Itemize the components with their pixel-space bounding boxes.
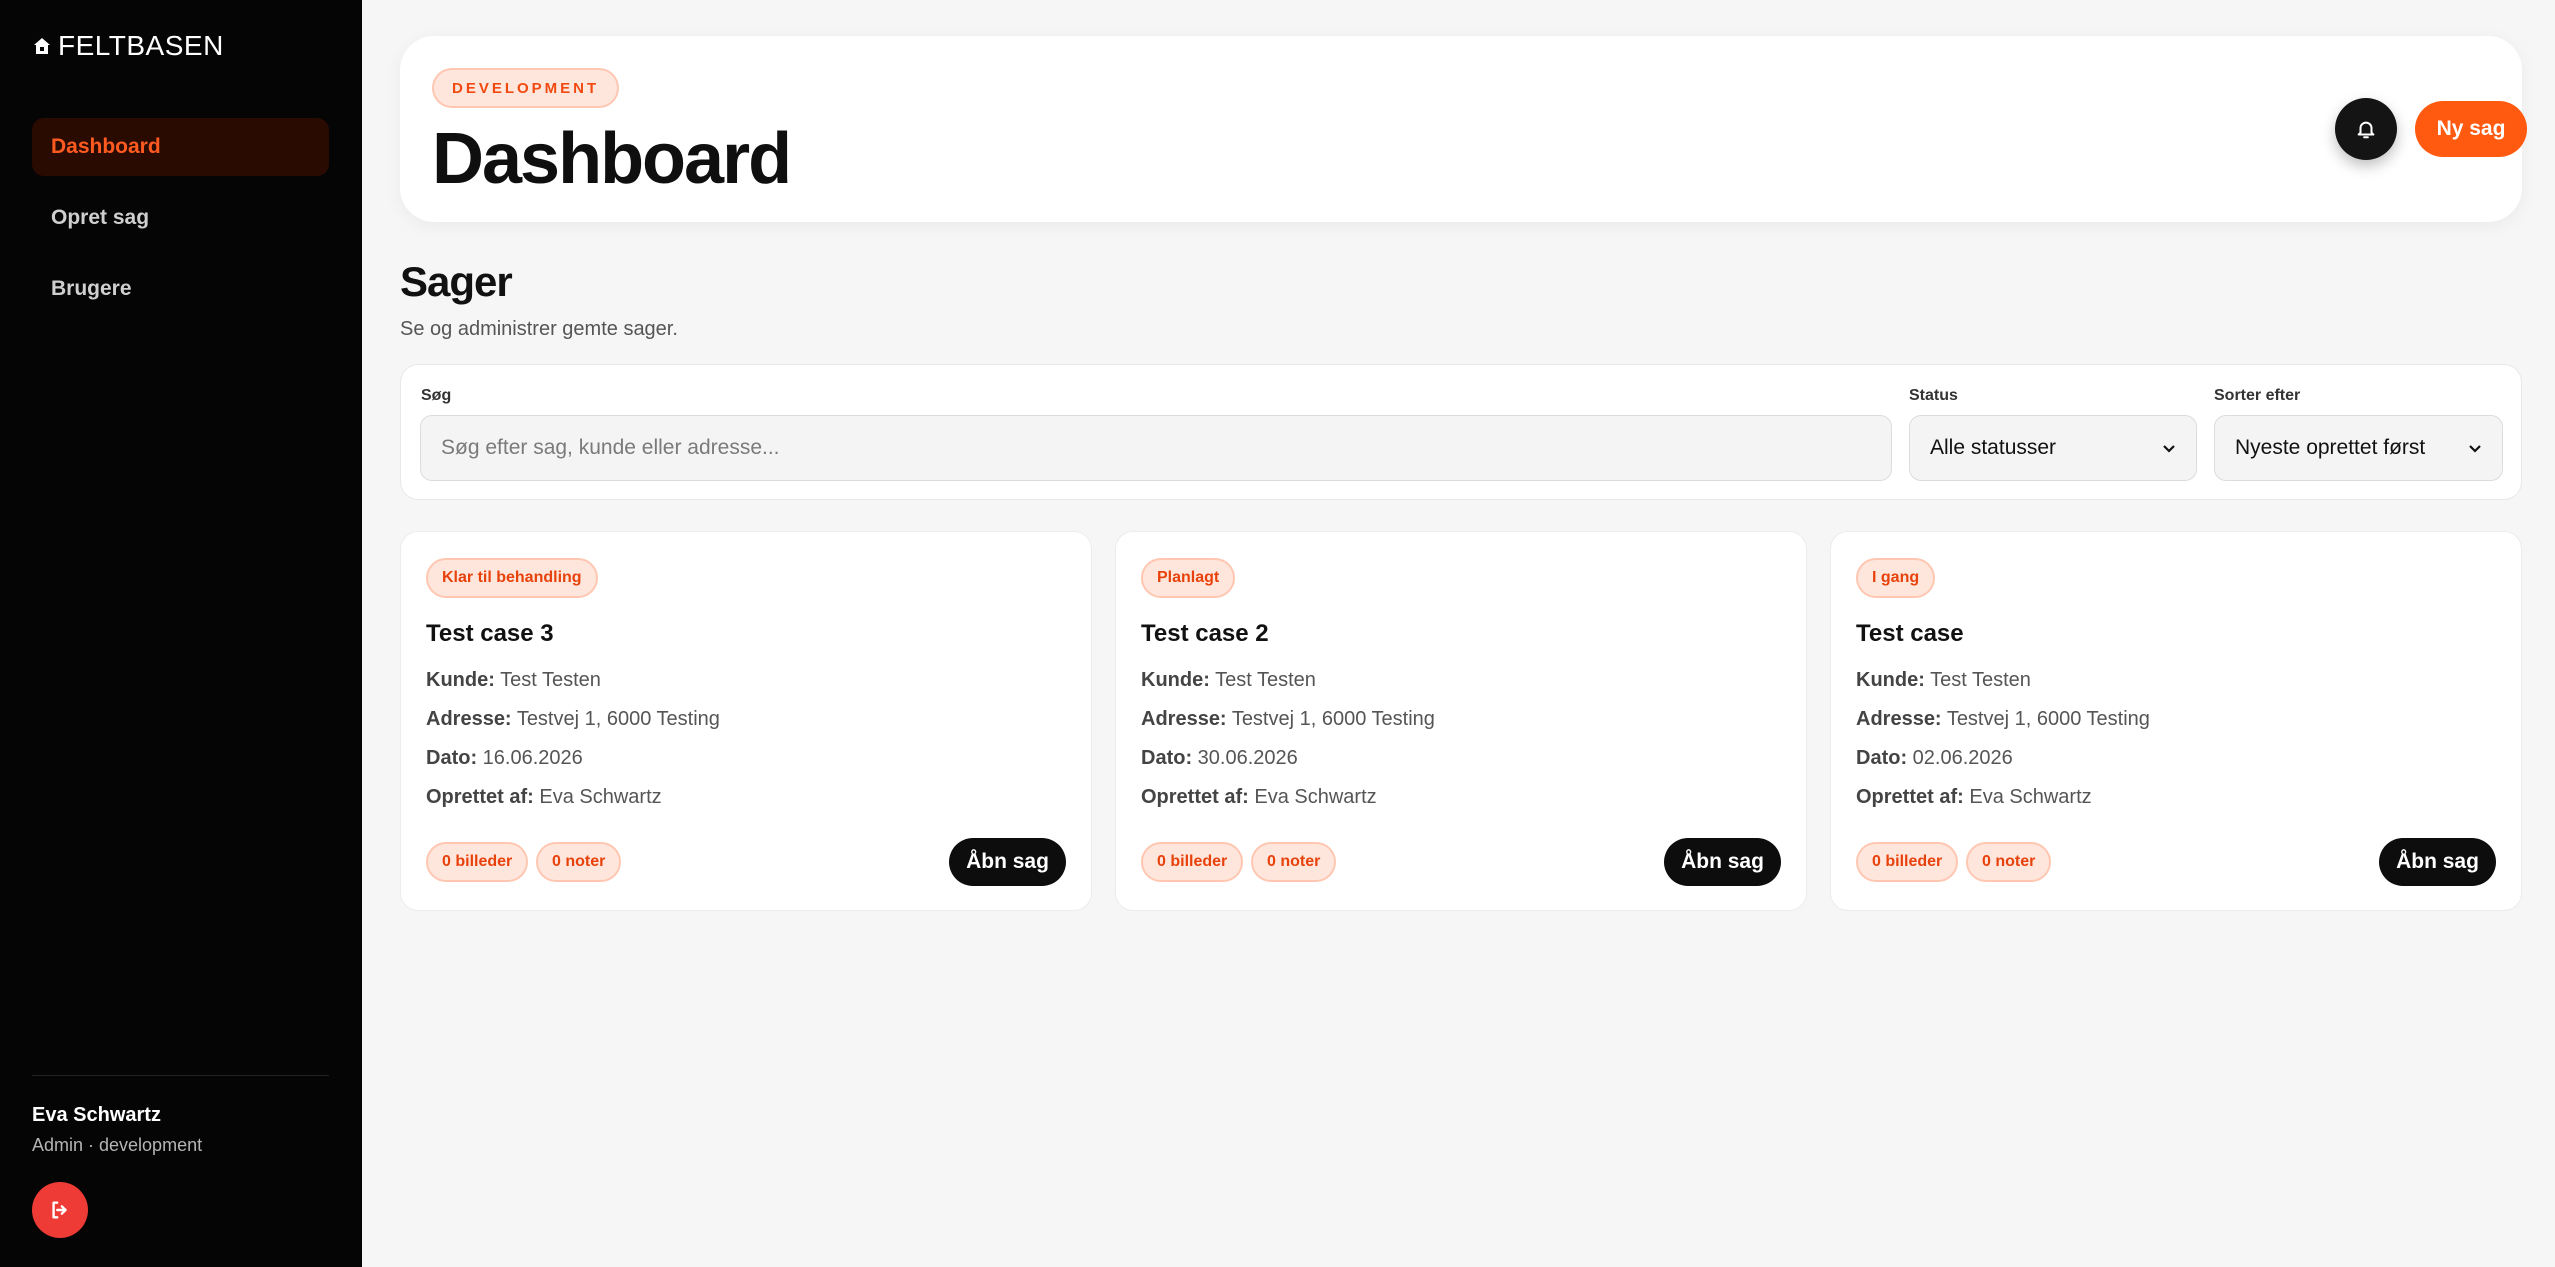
logout-button[interactable] bbox=[32, 1182, 88, 1238]
sidebar-item-brugere[interactable]: Brugere bbox=[32, 260, 329, 318]
page-header: DEVELOPMENT Dashboard Ny sag bbox=[400, 36, 2527, 222]
status-select-value: Alle statusser bbox=[1930, 436, 2057, 459]
case-title: Test case 2 bbox=[1141, 620, 1269, 647]
user-role: Admin · development bbox=[32, 1135, 203, 1155]
section-subtitle: Se og administrer gemte sager. bbox=[400, 318, 678, 340]
case-date: Dato: 30.06.2026 bbox=[1141, 747, 1298, 769]
case-address: Adresse: Testvej 1, 6000 Testing bbox=[426, 708, 720, 730]
chevron-down-icon bbox=[2469, 445, 2481, 453]
notifications-button[interactable] bbox=[2335, 98, 2397, 160]
sidebar: FELTBASEN Dashboard Opret sag Brugere Ev… bbox=[0, 0, 362, 1267]
page-title: Dashboard bbox=[432, 119, 792, 199]
case-address: Adresse: Testvej 1, 6000 Testing bbox=[1856, 708, 2150, 730]
images-count-chip: 0 billeder bbox=[426, 842, 529, 882]
sidebar-divider bbox=[32, 1075, 329, 1076]
brand-name: FELTBASEN bbox=[58, 30, 224, 61]
status-badge: Klar til behandling bbox=[426, 558, 598, 598]
sidebar-item-opret-sag[interactable]: Opret sag bbox=[32, 189, 329, 247]
case-title: Test case 3 bbox=[426, 620, 554, 647]
case-customer: Kunde: Test Testen bbox=[1856, 669, 2031, 691]
sort-select[interactable]: Nyeste oprettet først bbox=[2214, 415, 2503, 481]
case-card: Planlagt Test case 2 Kunde: Test Testen … bbox=[1115, 531, 1807, 911]
sidebar-item-label: Brugere bbox=[51, 277, 132, 300]
open-case-button[interactable]: Åbn sag bbox=[1664, 838, 1781, 886]
status-select[interactable]: Alle statusser bbox=[1909, 415, 2197, 481]
logout-icon bbox=[52, 1201, 67, 1219]
sidebar-item-label: Opret sag bbox=[51, 206, 150, 229]
status-badge: Planlagt bbox=[1141, 558, 1236, 598]
case-created-by: Oprettet af: Eva Schwartz bbox=[1141, 786, 1377, 808]
main-content: DEVELOPMENT Dashboard Ny sag Sager Se og… bbox=[362, 0, 2555, 1267]
case-title: Test case bbox=[1856, 620, 1964, 647]
notes-count-chip: 0 noter bbox=[536, 842, 622, 882]
filter-panel: Søg Status Alle statusser Sorter efter N… bbox=[400, 364, 2522, 500]
case-date: Dato: 02.06.2026 bbox=[1856, 747, 2013, 769]
status-label: Status bbox=[1909, 387, 1958, 404]
case-created-by: Oprettet af: Eva Schwartz bbox=[426, 786, 662, 808]
case-customer: Kunde: Test Testen bbox=[426, 669, 601, 691]
brand-logo[interactable]: FELTBASEN bbox=[32, 30, 224, 62]
environment-badge: DEVELOPMENT bbox=[432, 68, 620, 108]
house-icon bbox=[34, 38, 50, 54]
sidebar-item-label: Dashboard bbox=[51, 135, 161, 158]
case-customer: Kunde: Test Testen bbox=[1141, 669, 1316, 691]
case-date: Dato: 16.06.2026 bbox=[426, 747, 583, 769]
notes-count-chip: 0 noter bbox=[1251, 842, 1337, 882]
section-title: Sager bbox=[400, 258, 513, 305]
user-name: Eva Schwartz bbox=[32, 1104, 161, 1126]
notes-count-chip: 0 noter bbox=[1966, 842, 2052, 882]
open-case-button[interactable]: Åbn sag bbox=[2379, 838, 2496, 886]
sort-select-value: Nyeste oprettet først bbox=[2235, 436, 2426, 459]
case-card: Klar til behandling Test case 3 Kunde: T… bbox=[400, 531, 1092, 911]
new-case-button[interactable]: Ny sag bbox=[2415, 101, 2527, 157]
case-card: I gang Test case Kunde: Test Testen Adre… bbox=[1830, 531, 2522, 911]
case-created-by: Oprettet af: Eva Schwartz bbox=[1856, 786, 2092, 808]
status-badge: I gang bbox=[1856, 558, 1936, 598]
search-label: Søg bbox=[421, 387, 452, 404]
open-case-button[interactable]: Åbn sag bbox=[949, 838, 1066, 886]
sort-label: Sorter efter bbox=[2214, 387, 2301, 404]
images-count-chip: 0 billeder bbox=[1856, 842, 1959, 882]
case-address: Adresse: Testvej 1, 6000 Testing bbox=[1141, 708, 1435, 730]
images-count-chip: 0 billeder bbox=[1141, 842, 1244, 882]
bell-icon bbox=[2357, 121, 2375, 139]
sidebar-nav: Dashboard Opret sag Brugere bbox=[32, 118, 329, 331]
chevron-down-icon bbox=[2163, 445, 2175, 453]
sidebar-item-dashboard[interactable]: Dashboard bbox=[32, 118, 329, 176]
search-input[interactable] bbox=[420, 415, 1892, 481]
